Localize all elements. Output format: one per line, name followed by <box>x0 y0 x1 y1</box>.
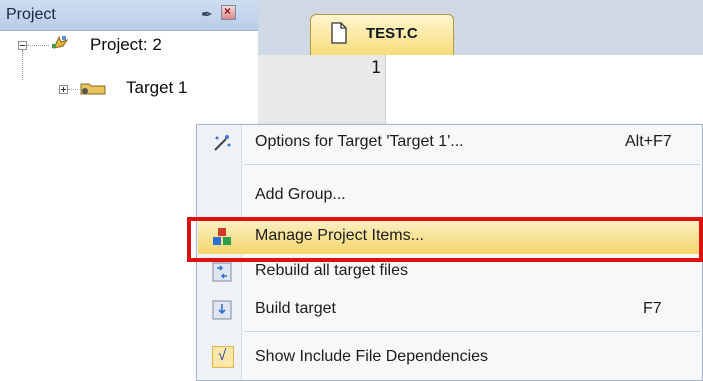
menu-item-label: Rebuild all target files <box>255 262 408 279</box>
project-root-icon <box>52 35 69 49</box>
editor-tab-strip: TEST.C <box>258 0 703 55</box>
menu-item-label: Options for Target 'Target 1'... <box>255 133 464 150</box>
menu-separator <box>245 164 700 165</box>
highlight-annotation-box <box>187 217 703 262</box>
tab-test-c[interactable]: TEST.C <box>310 14 454 55</box>
tree-connector <box>22 50 23 80</box>
menu-item-show-include-deps[interactable]: √ Show Include File Dependencies <box>198 341 702 375</box>
check-icon: √ <box>218 347 227 364</box>
expand-toggle-target[interactable] <box>59 85 68 94</box>
close-panel-button[interactable]: × <box>221 4 236 20</box>
build-icon <box>212 300 232 320</box>
checkbox-checked: √ <box>212 346 234 368</box>
menu-item-label: Show Include File Dependencies <box>255 348 489 365</box>
collapse-toggle-root[interactable] <box>18 41 27 50</box>
tree-connector <box>68 89 78 90</box>
tree-item-project-root[interactable]: Project: 2 <box>90 35 162 55</box>
menu-separator <box>245 331 700 332</box>
menu-item-shortcut: Alt+F7 <box>625 133 672 150</box>
options-wand-icon <box>214 135 231 151</box>
menu-item-add-group[interactable]: Add Group... <box>198 179 702 213</box>
project-panel-header: Project ✒ × <box>0 0 258 31</box>
menu-item-options-for-target[interactable]: Options for Target 'Target 1'... Alt+F7 <box>198 126 702 160</box>
pin-icon[interactable]: ✒ <box>201 6 213 23</box>
menu-item-label: Build target <box>255 300 336 317</box>
project-panel-title: Project <box>6 6 56 23</box>
menu-item-label: Add Group... <box>255 186 346 203</box>
tree-connector <box>27 45 49 46</box>
close-icon: × <box>224 4 232 18</box>
line-number: 1 <box>370 58 381 78</box>
tab-label: TEST.C <box>366 25 418 42</box>
menu-item-build-target[interactable]: Build target F7 <box>198 293 702 327</box>
menu-item-shortcut: F7 <box>643 300 662 317</box>
folder-icon <box>80 83 106 95</box>
file-icon <box>331 22 347 44</box>
rebuild-icon <box>212 262 232 282</box>
tree-item-target[interactable]: Target 1 <box>126 78 187 98</box>
